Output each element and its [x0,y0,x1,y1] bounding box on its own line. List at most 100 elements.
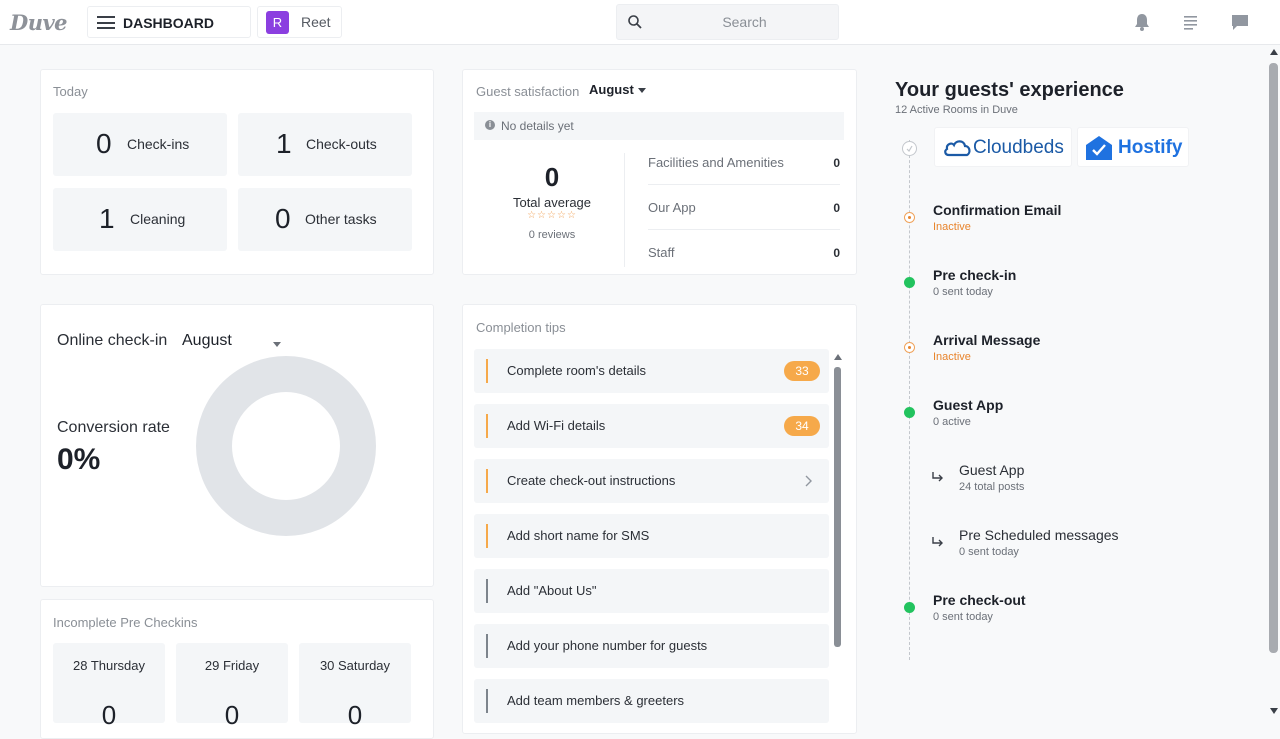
stat-other-tasks[interactable]: 0 Other tasks [238,188,412,251]
stat-value: 1 [99,203,115,234]
step-arrival-message[interactable]: Arrival Message [933,332,1040,348]
tip-accent [486,359,488,383]
search-input[interactable] [657,11,832,33]
no-details-banner: i No details yet [474,112,844,140]
status-dot-inactive [904,212,915,223]
tip-accent [486,414,488,438]
scroll-thumb[interactable] [1269,63,1278,653]
tip-text: Add short name for SMS [507,528,650,543]
cloud-icon [944,140,971,157]
tip-item[interactable]: Create check-out instructions [474,459,829,503]
step-pre-check-in[interactable]: Pre check-in [933,267,1016,283]
scroll-down-icon[interactable] [1269,707,1279,715]
day-count: 0 [224,700,240,730]
completion-tips-label: Completion tips [476,320,566,335]
status-dot-active [904,602,915,613]
hostify-logo: Hostify [1077,127,1189,167]
rating-row: Staff 0 [648,230,840,275]
stat-value: 1 [276,128,292,159]
sub-step-status: 0 sent today [959,546,1019,558]
tip-item[interactable]: Complete room's details 33 [474,349,829,393]
tip-accent [486,579,488,603]
caret-down-icon [637,88,646,94]
month-dropdown[interactable]: August [589,82,646,97]
rating-name: Facilities and Amenities [648,155,784,170]
tip-item[interactable]: Add Wi-Fi details 34 [474,404,829,448]
online-checkin-label: Online check-in [57,332,168,349]
rating-stars: ☆☆☆☆☆ [527,210,577,221]
rating-value: 0 [833,201,840,215]
reviews-count: 0 reviews [528,229,576,241]
cloudbeds-logo: Cloudbeds [934,127,1072,167]
caret-down-icon[interactable] [273,342,281,347]
tip-text: Add team members & greeters [507,693,685,708]
bell-icon[interactable] [1132,12,1152,32]
chat-icon[interactable] [1230,12,1250,32]
tip-item[interactable]: Add short name for SMS [474,514,829,558]
no-details-text: No details yet [501,119,574,133]
step-confirmation-email[interactable]: Confirmation Email [933,202,1061,218]
day-count: 0 [347,700,363,730]
day-tile[interactable]: 28 Thursday 0 [53,643,165,730]
today-card: Today 0 Check-ins 1 Check-outs 1 Cleanin… [40,69,434,275]
step-guest-app[interactable]: Guest App [933,397,1003,413]
scroll-up-icon[interactable] [1269,48,1279,56]
day-date: 30 Saturday [319,658,391,673]
status-dot-active [904,277,915,288]
stat-cleaning[interactable]: 1 Cleaning [53,188,227,251]
experience-title: Your guests' experience [895,79,1124,101]
account-name: Reet [301,14,331,30]
tip-item[interactable]: Add "About Us" [474,569,829,613]
stat-check-outs[interactable]: 1 Check-outs [238,113,412,176]
total-average: 0 Total average ☆☆☆☆☆ 0 reviews [475,162,629,241]
checkin-month-dropdown[interactable]: August [182,332,282,350]
day-tile[interactable]: 29 Friday 0 [176,643,288,730]
step-status: 0 sent today [933,286,993,298]
tip-item[interactable]: Add team members & greeters [474,679,829,723]
tip-text: Complete room's details [507,363,647,378]
house-check-icon [1086,136,1112,160]
tips-scrollbar[interactable] [833,353,843,647]
stat-value: 0 [275,203,291,234]
stat-value: 0 [96,128,112,159]
tip-accent [486,469,488,493]
brand-name: Cloudbeds [973,137,1064,158]
month-value: August [589,82,634,97]
guest-satisfaction-card: Guest satisfaction August i No details y… [462,69,857,275]
search-box[interactable] [616,4,839,40]
scroll-thumb[interactable] [834,367,841,647]
main-menu-button[interactable]: DASHBOARD [87,6,251,38]
completion-tips-card: Completion tips Complete room's details … [462,304,857,734]
account-switcher[interactable]: R Reet [257,6,342,38]
tip-text: Add Wi-Fi details [507,418,606,433]
step-pre-check-out[interactable]: Pre check-out [933,592,1026,608]
sub-step-guest-app[interactable]: Guest App [959,462,1024,478]
avatar: R [266,11,289,34]
tip-text: Add "About Us" [507,583,597,598]
scroll-up-icon[interactable] [833,353,843,361]
duve-logo[interactable]: Duve [10,10,68,35]
step-status: 0 active [933,416,971,428]
experience-subtitle: 12 Active Rooms in Duve [895,104,1018,116]
stat-check-ins[interactable]: 0 Check-ins [53,113,227,176]
tip-count-badge: 33 [784,361,820,381]
donut-track [196,356,376,536]
stat-label: Other tasks [305,211,377,227]
day-count: 0 [101,700,117,730]
list-icon[interactable] [1181,12,1201,32]
sub-step-pre-scheduled-messages[interactable]: Pre Scheduled messages [959,527,1119,543]
search-icon [628,15,642,29]
step-status: Inactive [933,351,971,363]
rating-name: Staff [648,245,675,260]
conversion-donut-chart [196,356,376,536]
status-dot-active [904,407,915,418]
divider [624,153,625,267]
conversion-label: Conversion rate [57,419,170,436]
page-scrollbar[interactable] [1268,45,1280,720]
day-date: 29 Friday [204,658,260,673]
month-value: August [182,332,232,349]
day-tile[interactable]: 30 Saturday 0 [299,643,411,730]
tip-accent [486,524,488,548]
tip-item[interactable]: Add your phone number for guests [474,624,829,668]
online-checkin-card: Online check-in August Conversion rate 0… [40,304,434,587]
